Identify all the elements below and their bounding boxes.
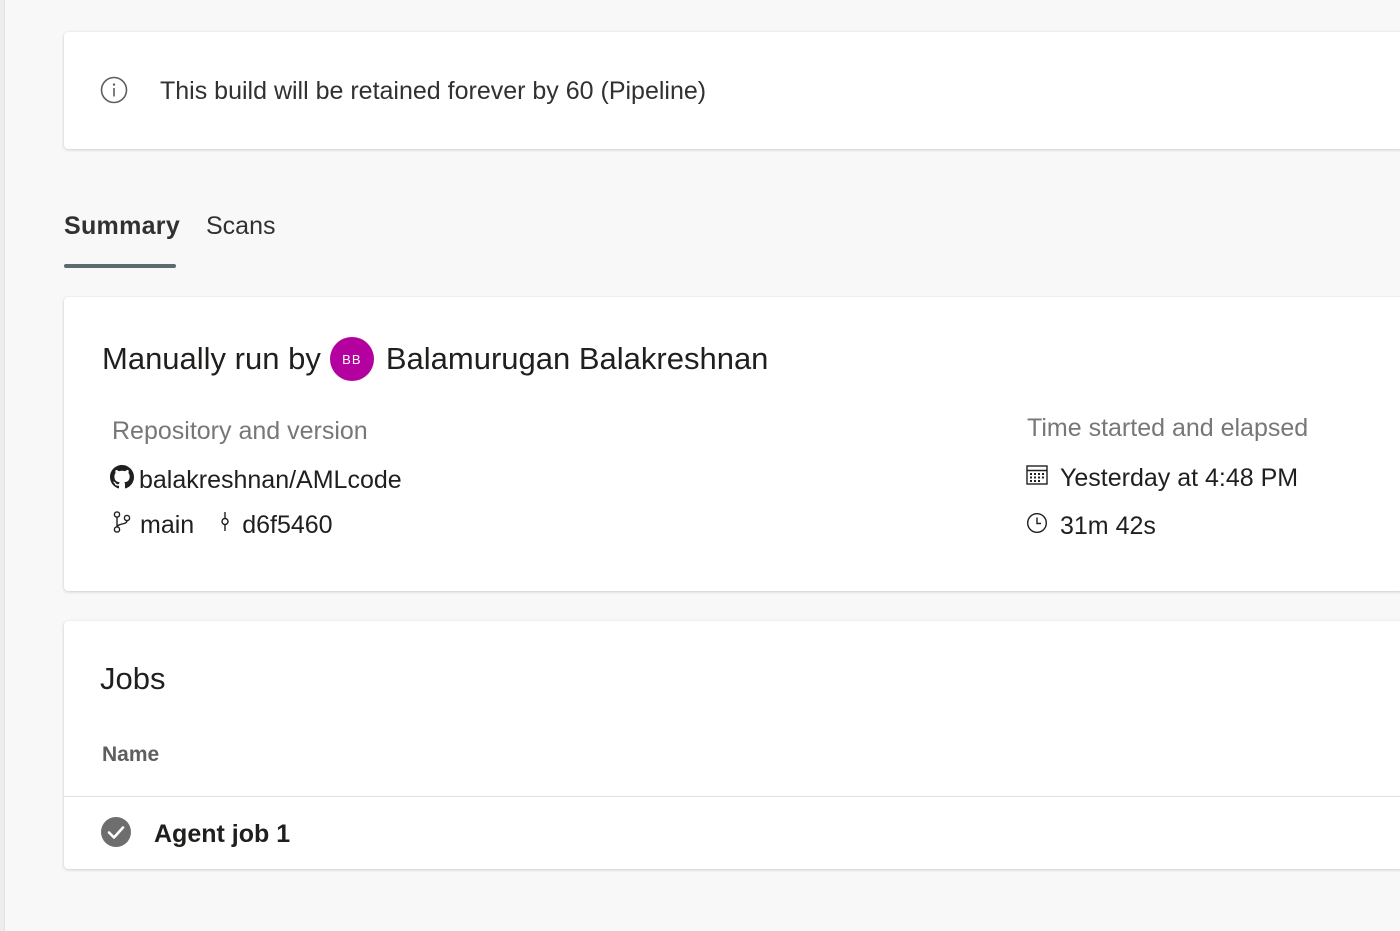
run-summary-card: Manually run by BB Balamurugan Balakresh… — [64, 297, 1400, 591]
time-section-label: Time started and elapsed — [1027, 414, 1309, 442]
table-row[interactable]: Agent job 1 — [100, 816, 291, 853]
start-time: Yesterday at 4:48 PM — [1060, 463, 1299, 492]
jobs-card: Jobs Name Agent job 1 — [64, 621, 1400, 869]
run-by-label: Manually run by — [102, 341, 321, 376]
run-heading: Manually run by BB Balamurugan Balakresh… — [102, 337, 768, 381]
info-icon — [100, 76, 128, 104]
left-edge-rule — [0, 0, 5, 931]
tab-summary[interactable]: Summary — [64, 208, 180, 244]
run-by-user-name[interactable]: Balamurugan Balakreshnan — [386, 341, 769, 377]
github-icon — [110, 464, 134, 496]
clock-icon — [1026, 512, 1048, 541]
repository-row: balakreshnan/AMLcode — [110, 464, 402, 496]
repository-section-label: Repository and version — [112, 417, 368, 445]
jobs-title: Jobs — [100, 661, 166, 696]
repository-link[interactable]: balakreshnan/AMLcode — [139, 466, 402, 495]
branch-icon — [112, 510, 132, 541]
retention-message: This build will be retained forever by 6… — [160, 77, 707, 105]
calendar-icon — [1026, 464, 1048, 493]
table-divider — [64, 796, 1400, 797]
retention-banner: This build will be retained forever by 6… — [64, 32, 1400, 149]
job-name: Agent job 1 — [154, 819, 291, 848]
version-row: main d6f5460 — [112, 509, 333, 541]
commit-id[interactable]: d6f5460 — [242, 511, 332, 540]
commit-icon — [218, 510, 232, 541]
check-circle-icon — [100, 816, 132, 853]
tab-scans[interactable]: Scans — [206, 208, 275, 244]
branch-name[interactable]: main — [140, 511, 194, 540]
name-column-header: Name — [102, 743, 160, 766]
avatar[interactable]: BB — [329, 337, 374, 381]
elapsed-row: 31m 42s — [1026, 510, 1156, 542]
selected-tab-indicator — [64, 264, 176, 268]
started-row: Yesterday at 4:48 PM — [1026, 462, 1298, 494]
elapsed-time: 31m 42s — [1060, 511, 1156, 540]
